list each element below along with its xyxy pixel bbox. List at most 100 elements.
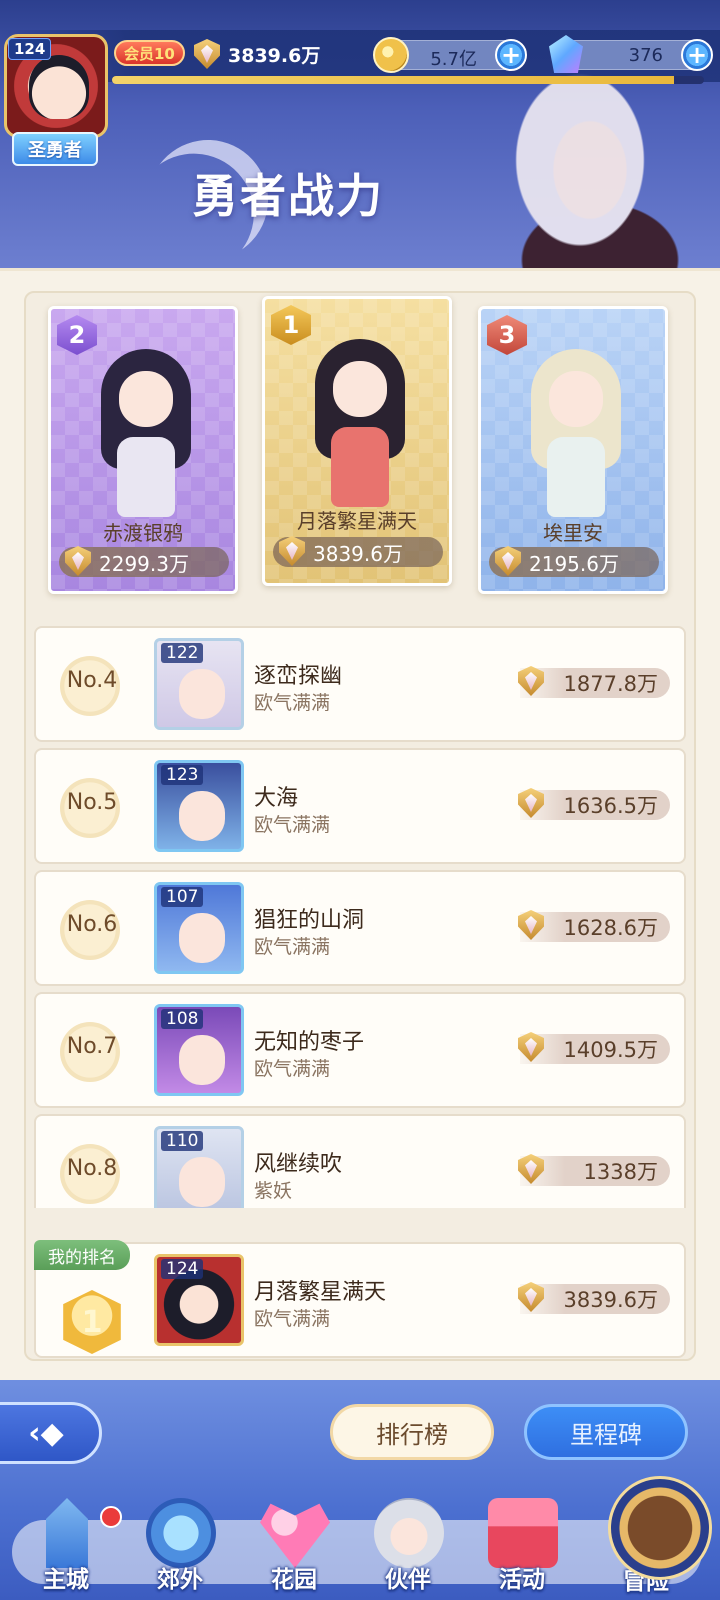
nav-label: 伙伴 xyxy=(385,1567,431,1593)
nav-label: 花园 xyxy=(271,1567,317,1593)
exp-progress-fill xyxy=(112,76,675,84)
tab-milestone[interactable]: 里程碑 xyxy=(524,1404,688,1460)
rank-number: No.6 xyxy=(66,912,118,937)
ranking-row[interactable]: No.4 122 逐峦探幽 欧气满满 1877.8万 xyxy=(34,626,686,742)
podium-power: 2195.6万 xyxy=(489,547,659,577)
player-level: 123 xyxy=(161,765,204,785)
player-name: 月落繁星满天 xyxy=(254,1280,387,1305)
podium-player-name: 月落繁星满天 xyxy=(297,509,417,533)
tab-leaderboard[interactable]: 排行榜 xyxy=(330,1404,494,1460)
chibi-face xyxy=(549,371,603,427)
player-portrait[interactable]: 123 xyxy=(154,760,244,852)
player-level: 124 xyxy=(161,1259,204,1279)
player-portrait[interactable]: 107 xyxy=(154,882,244,974)
player-level: 108 xyxy=(161,1009,204,1029)
notification-dot xyxy=(100,1506,122,1528)
character-chibi xyxy=(521,349,631,519)
portrait-face xyxy=(179,669,225,719)
player-name: 猖狂的山洞 xyxy=(254,908,365,933)
nav-outskirts[interactable]: 郊外 xyxy=(124,1498,236,1600)
back-arrow-icon: ‹◆ xyxy=(28,1415,64,1451)
rank-number: No.5 xyxy=(66,790,118,815)
vip-badge[interactable]: 会员10 xyxy=(114,40,185,66)
gem-value: 376 xyxy=(628,45,663,66)
crest-icon xyxy=(514,908,548,942)
podium-rank-1[interactable]: 1 月落繁星满天 3839.6万 xyxy=(262,296,452,586)
coin-icon xyxy=(373,37,409,73)
ranking-row[interactable]: No.5 123 大海 欧气满满 1636.5万 xyxy=(34,748,686,864)
guild-name: 欧气满满 xyxy=(254,692,331,714)
ranking-row[interactable]: No.7 108 无知的枣子 欧气满满 1409.5万 xyxy=(34,992,686,1108)
nav-garden[interactable]: 花园 xyxy=(238,1498,350,1600)
ranking-list[interactable]: No.4 122 逐峦探幽 欧气满满 1877.8万 No.5 123 大海 欧… xyxy=(34,626,686,1208)
player-name: 无知的枣子 xyxy=(254,1030,365,1055)
chibi-body xyxy=(547,437,605,517)
podium-rank-3[interactable]: 3 埃里安 2195.6万 xyxy=(478,306,668,594)
ranking-row[interactable]: No.8 110 风继续吹 紫妖 1338万 xyxy=(34,1114,686,1208)
player-portrait[interactable]: 124 xyxy=(154,1254,244,1346)
crest-icon xyxy=(514,1280,548,1314)
nav-label: 活动 xyxy=(499,1567,545,1593)
crest-icon xyxy=(491,544,525,578)
player-name: 逐峦探幽 xyxy=(254,664,343,689)
player-power: 3839.6万 xyxy=(520,1284,670,1314)
rank-number: No.7 xyxy=(66,1034,118,1059)
gem-counter: 376 + xyxy=(549,35,713,73)
exp-progress-bar xyxy=(112,76,704,84)
compass-icon[interactable] xyxy=(608,1476,712,1580)
nav-label: 郊外 xyxy=(157,1567,203,1593)
back-button[interactable]: ‹◆ xyxy=(0,1402,102,1464)
banner-character-art xyxy=(380,60,720,268)
player-power-value: 1338万 xyxy=(583,1160,658,1184)
podium-player-name: 赤渡银鸦 xyxy=(103,521,183,545)
nav-label: 主城 xyxy=(43,1567,89,1593)
my-rank-row[interactable]: 124 月落繁星满天 欧气满满 3839.6万 xyxy=(34,1242,686,1358)
nav-partners[interactable]: 伙伴 xyxy=(352,1498,464,1600)
crest-icon xyxy=(514,1030,548,1064)
add-gem-plus-icon[interactable]: + xyxy=(681,39,713,71)
player-name: 大海 xyxy=(254,786,299,811)
ranking-row[interactable]: No.6 107 猖狂的山洞 欧气满满 1628.6万 xyxy=(34,870,686,986)
crest-icon xyxy=(61,544,95,578)
guild-name: 欧气满满 xyxy=(254,1308,331,1330)
player-power-value: 3839.6万 xyxy=(228,44,321,67)
player-portrait[interactable]: 110 xyxy=(154,1126,244,1208)
character-chibi xyxy=(305,339,415,509)
chibi-body xyxy=(117,437,175,517)
player-power: 1636.5万 xyxy=(520,790,670,820)
player-power: 1877.8万 xyxy=(520,668,670,698)
player-power-value: 1409.5万 xyxy=(563,1038,658,1062)
player-portrait[interactable]: 122 xyxy=(154,638,244,730)
crest-icon xyxy=(514,664,548,698)
player-power: 1628.6万 xyxy=(520,912,670,942)
avatar-portrait xyxy=(29,55,89,119)
partner-portrait-icon xyxy=(374,1498,444,1568)
podium-power-value: 2195.6万 xyxy=(529,551,619,576)
rank-number: No.8 xyxy=(66,1156,118,1181)
player-power: 1409.5万 xyxy=(520,1034,670,1064)
podium-player-name: 埃里安 xyxy=(543,521,603,545)
podium-rank-2[interactable]: 2 赤渡银鸦 2299.3万 xyxy=(48,306,238,594)
gold-counter: 5.7亿 + xyxy=(373,37,527,73)
chibi-face xyxy=(119,371,173,427)
player-power-value: 1636.5万 xyxy=(563,794,658,818)
rank-number: No.4 xyxy=(66,668,118,693)
portrait-face xyxy=(179,1157,225,1207)
player-level: 110 xyxy=(161,1131,204,1151)
guild-name: 欧气满满 xyxy=(254,1058,331,1080)
crest-icon xyxy=(275,534,309,568)
guild-name: 欧气满满 xyxy=(254,936,331,958)
portal-icon xyxy=(146,1498,216,1568)
player-power: 1338万 xyxy=(520,1156,670,1186)
nav-events[interactable]: 活动 xyxy=(466,1498,578,1600)
crest-icon xyxy=(514,1152,548,1186)
player-portrait[interactable]: 108 xyxy=(154,1004,244,1096)
player-title-badge[interactable]: 圣勇者 xyxy=(12,132,98,166)
player-level: 107 xyxy=(161,887,204,907)
add-gold-plus-icon[interactable]: + xyxy=(495,39,527,71)
player-power-value: 1877.8万 xyxy=(563,672,658,696)
player-power-value: 1628.6万 xyxy=(563,916,658,940)
chibi-body xyxy=(331,427,389,507)
gift-icon xyxy=(488,1498,558,1568)
player-power: 3839.6万 xyxy=(190,36,320,72)
